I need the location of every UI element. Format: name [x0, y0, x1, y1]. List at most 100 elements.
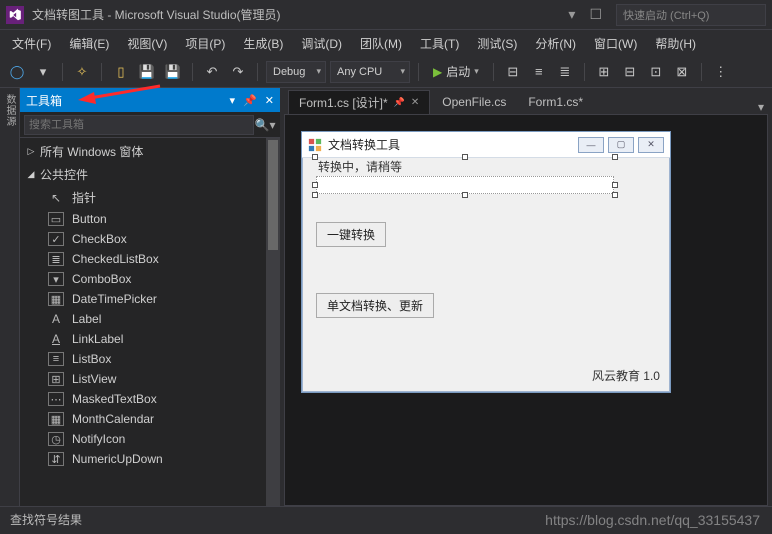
nav-back-icon[interactable]: ◯	[6, 61, 28, 83]
toolbox-panel: 工具箱 ▾ 📌 ✕ 🔍▾ ▷所有 Windows 窗体 ◢公共控件 ↖指针 ▭B…	[20, 88, 280, 506]
label-icon: A	[48, 312, 64, 326]
panel-menu-icon[interactable]: ▾	[230, 94, 236, 107]
start-debug-button[interactable]: ▶ 启动 ▾	[427, 61, 485, 83]
undo-icon[interactable]: ↶	[201, 61, 223, 83]
vs-logo-icon	[6, 6, 24, 24]
notifications-icon[interactable]: ▾	[568, 6, 575, 23]
maskedtextbox-icon: ⋯	[48, 392, 64, 406]
control-maskedtextbox[interactable]: ⋯MaskedTextBox	[20, 389, 280, 409]
menu-tools[interactable]: 工具(T)	[412, 31, 467, 56]
config-dropdown[interactable]: Debug	[266, 61, 326, 83]
layout2-icon[interactable]: ⊟	[619, 61, 641, 83]
control-pointer[interactable]: ↖指针	[20, 186, 280, 209]
align3-icon[interactable]: ≣	[554, 61, 576, 83]
listview-icon: ⊞	[48, 372, 64, 386]
progress-label: 转换中，请稍等	[318, 158, 402, 175]
tab-form1-cs[interactable]: Form1.cs*	[518, 90, 593, 114]
menu-project[interactable]: 项目(P)	[177, 31, 233, 56]
panel-close-icon[interactable]: ✕	[265, 94, 274, 107]
save-all-icon[interactable]: 💾	[162, 61, 184, 83]
search-icon[interactable]: 🔍▾	[254, 118, 276, 132]
feedback-icon[interactable]: ☐	[589, 6, 602, 23]
open-icon[interactable]: ▯	[110, 61, 132, 83]
category-all-windows-forms[interactable]: ▷所有 Windows 窗体	[20, 140, 280, 163]
start-label: 启动	[446, 63, 470, 80]
control-linklabel[interactable]: ALinkLabel	[20, 329, 280, 349]
close-icon[interactable]: ✕	[411, 97, 419, 108]
more-icon[interactable]: ⋮	[710, 61, 732, 83]
menu-view[interactable]: 视图(V)	[119, 31, 175, 56]
tab-form1-design[interactable]: Form1.cs [设计]* 📌 ✕	[288, 90, 430, 114]
menu-analyze[interactable]: 分析(N)	[527, 31, 584, 56]
menu-file[interactable]: 文件(F)	[4, 31, 59, 56]
control-listview[interactable]: ⊞ListView	[20, 369, 280, 389]
new-project-icon[interactable]: ✧	[71, 61, 93, 83]
menu-build[interactable]: 生成(B)	[235, 31, 291, 56]
platform-dropdown[interactable]: Any CPU	[330, 61, 410, 83]
control-checkedlistbox[interactable]: ≣CheckedListBox	[20, 249, 280, 269]
control-label[interactable]: ALabel	[20, 309, 280, 329]
tab-openfile[interactable]: OpenFile.cs	[432, 90, 516, 114]
toolbox-search-input[interactable]	[24, 115, 254, 135]
window-title: 文档转图工具 - Microsoft Visual Studio(管理员)	[32, 6, 560, 23]
layout4-icon[interactable]: ⊠	[671, 61, 693, 83]
combobox-icon: ▾	[48, 272, 64, 286]
form-app-icon	[308, 138, 322, 152]
panel-pin-icon[interactable]: 📌	[243, 94, 257, 107]
monthcalendar-icon: ▦	[48, 412, 64, 426]
menubar: 文件(F) 编辑(E) 视图(V) 项目(P) 生成(B) 调试(D) 团队(M…	[0, 30, 772, 56]
align2-icon[interactable]: ≡	[528, 61, 550, 83]
datetimepicker-icon: ▦	[48, 292, 64, 306]
pointer-icon: ↖	[48, 191, 64, 205]
menu-edit[interactable]: 编辑(E)	[61, 31, 117, 56]
control-checkbox[interactable]: ✓CheckBox	[20, 229, 280, 249]
control-monthcalendar[interactable]: ▦MonthCalendar	[20, 409, 280, 429]
control-notifyicon[interactable]: ◷NotifyIcon	[20, 429, 280, 449]
listbox-icon: ≡	[48, 352, 64, 366]
find-results-label: 查找符号结果	[10, 511, 82, 528]
align-icon[interactable]: ⊟	[502, 61, 524, 83]
notifyicon-icon: ◷	[48, 432, 64, 446]
menu-help[interactable]: 帮助(H)	[647, 31, 704, 56]
save-icon[interactable]: 💾	[136, 61, 158, 83]
toolbox-scrollbar[interactable]	[266, 138, 280, 506]
form-close-icon[interactable]: ✕	[638, 137, 664, 153]
category-common-controls[interactable]: ◢公共控件	[20, 163, 280, 186]
design-surface[interactable]: 文档转换工具 — ▢ ✕ 转换中，请稍等	[284, 114, 768, 506]
toolbox-header[interactable]: 工具箱 ▾ 📌 ✕	[20, 88, 280, 112]
form-footer-label: 风云教育 1.0	[592, 367, 660, 384]
control-datetimepicker[interactable]: ▦DateTimePicker	[20, 289, 280, 309]
toolbox-tree[interactable]: ▷所有 Windows 窗体 ◢公共控件 ↖指针 ▭Button ✓CheckB…	[20, 138, 280, 506]
winforms-window[interactable]: 文档转换工具 — ▢ ✕ 转换中，请稍等	[301, 131, 671, 393]
progress-control[interactable]: 转换中，请稍等	[316, 176, 656, 194]
control-numericupdown[interactable]: ⇵NumericUpDown	[20, 449, 280, 469]
tab-options-icon[interactable]: ▾	[758, 100, 764, 114]
linklabel-icon: A	[48, 332, 64, 346]
quick-launch-input[interactable]: 快速启动 (Ctrl+Q)	[616, 4, 766, 26]
form-title: 文档转换工具	[328, 136, 572, 153]
control-listbox[interactable]: ≡ListBox	[20, 349, 280, 369]
layout1-icon[interactable]: ⊞	[593, 61, 615, 83]
document-tabs: Form1.cs [设计]* 📌 ✕ OpenFile.cs Form1.cs*…	[280, 88, 772, 114]
control-button[interactable]: ▭Button	[20, 209, 280, 229]
layout3-icon[interactable]: ⊡	[645, 61, 667, 83]
redo-icon[interactable]: ↷	[227, 61, 249, 83]
toolbox-title: 工具箱	[26, 92, 230, 109]
play-icon: ▶	[433, 65, 442, 79]
form-minimize-icon[interactable]: —	[578, 137, 604, 153]
control-combobox[interactable]: ▾ComboBox	[20, 269, 280, 289]
menu-team[interactable]: 团队(M)	[352, 31, 410, 56]
vertical-tab[interactable]: 数据源	[0, 88, 20, 506]
main-toolbar: ◯ ▾ ✧ ▯ 💾 💾 ↶ ↷ Debug Any CPU ▶ 启动 ▾ ⊟ ≡…	[0, 56, 772, 88]
numericupdown-icon: ⇵	[48, 452, 64, 466]
single-convert-button[interactable]: 单文档转换、更新	[316, 293, 434, 318]
menu-debug[interactable]: 调试(D)	[293, 31, 350, 56]
button-icon: ▭	[48, 212, 64, 226]
find-results-panel[interactable]: 查找符号结果	[0, 506, 772, 532]
menu-test[interactable]: 测试(S)	[469, 31, 525, 56]
form-maximize-icon[interactable]: ▢	[608, 137, 634, 153]
convert-button[interactable]: 一键转换	[316, 222, 386, 247]
menu-window[interactable]: 窗口(W)	[586, 31, 645, 56]
pin-icon[interactable]: 📌	[394, 97, 405, 108]
nav-fwd-icon[interactable]: ▾	[32, 61, 54, 83]
